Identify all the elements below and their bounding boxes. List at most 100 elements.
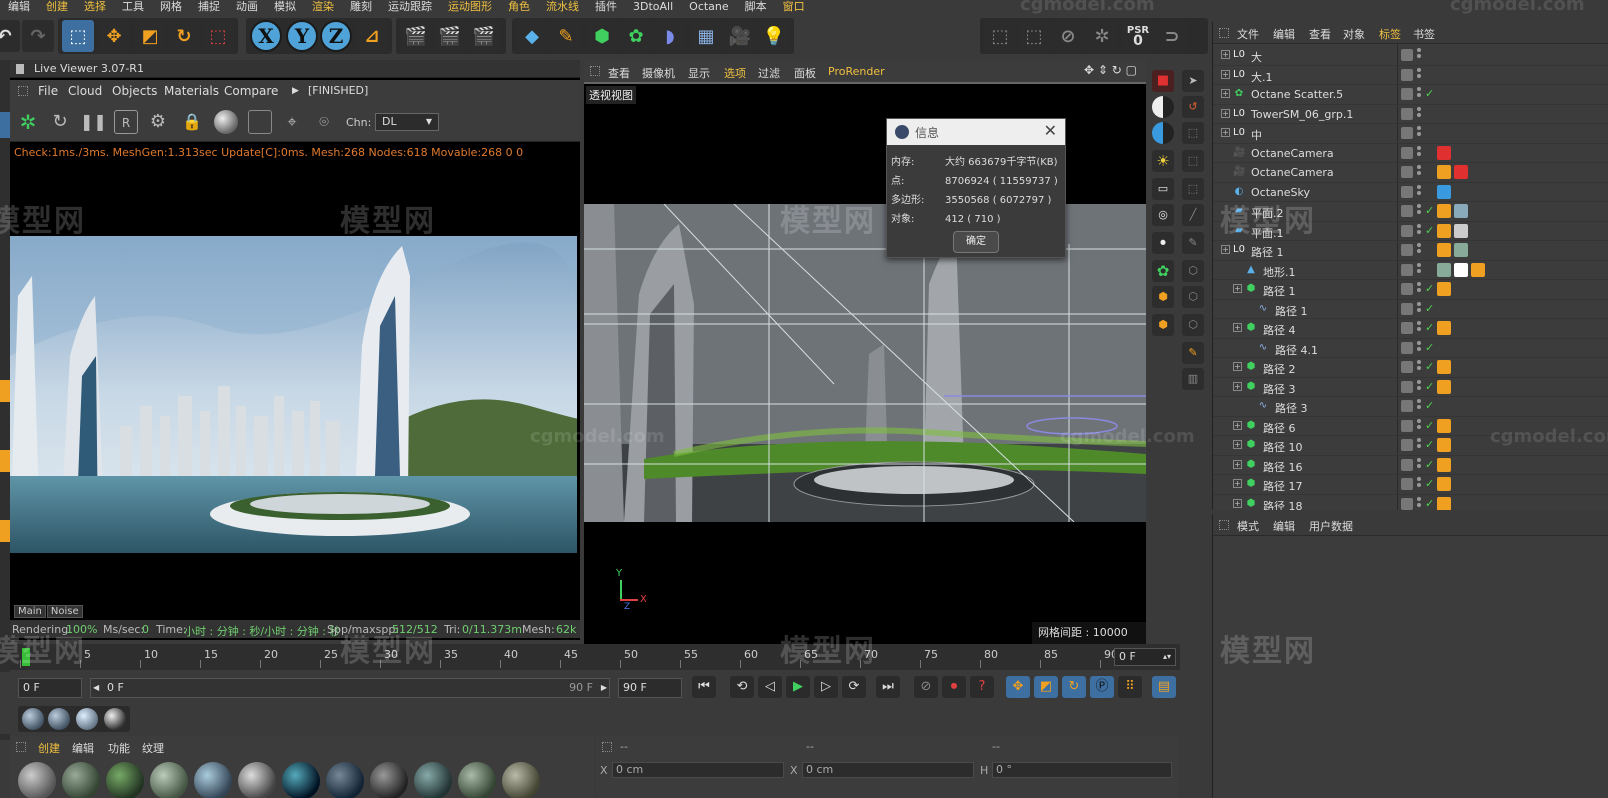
enabled-check-icon[interactable]: ✓	[1425, 497, 1434, 510]
snap-settings-icon[interactable]: ⬚	[1018, 20, 1050, 52]
om-menu-file[interactable]: 文件	[1237, 26, 1259, 42]
tag-icon[interactable]	[1454, 223, 1468, 238]
layer-icon[interactable]	[1401, 166, 1413, 178]
material-swatch-11[interactable]	[458, 762, 496, 798]
cloner-icon[interactable]: ✿	[620, 20, 652, 52]
restart-render-icon[interactable]: ↻	[48, 110, 72, 134]
menu-item-18[interactable]: 窗口	[783, 1, 805, 13]
visibility-dots-icon[interactable]	[1417, 321, 1421, 335]
tag-icon[interactable]	[1437, 496, 1451, 510]
timeline[interactable]: 051015202530354045505560657075808590 0 F…	[0, 644, 1180, 670]
visibility-dots-icon[interactable]	[1417, 204, 1421, 218]
coordinate-system-button[interactable]: ⊿	[356, 20, 388, 52]
layer-icon[interactable]	[1401, 322, 1413, 334]
workplane-icon[interactable]: ⊘	[1052, 20, 1084, 52]
target-icon[interactable]: ◎	[1152, 204, 1174, 226]
go-to-end-button[interactable]: ⏭	[876, 676, 900, 698]
object-row[interactable]: ▲ 地形.1	[1213, 261, 1608, 280]
om-menu-object[interactable]: 对象	[1343, 26, 1365, 42]
tag-icon[interactable]	[1437, 418, 1451, 433]
key-pla-icon[interactable]: ⠿	[1118, 676, 1142, 698]
om-menu-bookmarks[interactable]: 书签	[1413, 26, 1435, 42]
region-render-icon[interactable]: R	[114, 110, 138, 134]
x-axis-lock-button[interactable]: X	[250, 20, 282, 52]
preview-range-slider[interactable]: ◀ 0 F 90 F ▶	[90, 678, 610, 698]
expand-toggle-icon[interactable]: +	[1221, 128, 1230, 137]
menu-item-7[interactable]: 模拟	[274, 1, 296, 13]
max-time-field[interactable]: 90 F	[618, 678, 682, 698]
expand-toggle-icon[interactable]: +	[1221, 108, 1230, 118]
layer-icon[interactable]	[1401, 497, 1413, 510]
vp-menu-view[interactable]: 查看	[608, 65, 630, 81]
object-row[interactable]: + L0 路径 1	[1213, 241, 1608, 261]
om-menu-edit[interactable]: 编辑	[1273, 26, 1295, 42]
menu-item-6[interactable]: 动画	[236, 1, 258, 13]
tag-tool-2-icon[interactable]: ⬢	[1152, 314, 1174, 336]
layer-icon[interactable]	[1401, 478, 1413, 490]
material-swatch-2[interactable]	[62, 762, 100, 798]
z-axis-lock-button[interactable]: Z	[320, 20, 352, 52]
enabled-check-icon[interactable]: ✓	[1425, 204, 1434, 217]
menu-item-5[interactable]: 捕捉	[198, 1, 220, 13]
viewport-frame-icon[interactable]	[248, 110, 272, 134]
object-row[interactable]: ∿ 路径 1 ✓	[1213, 300, 1608, 319]
pause-render-icon[interactable]: ❚❚	[80, 110, 107, 134]
close-icon[interactable]: ✕	[1044, 121, 1057, 140]
exposure-icon[interactable]	[1152, 96, 1174, 118]
live-select-button[interactable]: ⬚	[62, 20, 94, 52]
menu-item-2[interactable]: 选择	[84, 1, 106, 13]
tag-icon[interactable]	[1437, 165, 1451, 179]
object-row[interactable]: + ✿ Octane Scatter.5 ✓	[1213, 85, 1608, 105]
enabled-check-icon[interactable]: ✓	[1425, 87, 1434, 100]
sun-icon[interactable]: ☀	[1152, 150, 1174, 172]
vp-menu-filter[interactable]: 过滤	[758, 65, 780, 81]
vp-menu-prorender[interactable]: ProRender	[828, 65, 885, 78]
vp-menu-display[interactable]: 显示	[688, 65, 710, 81]
play-button[interactable]: ▶	[786, 676, 810, 698]
subdivision-icon[interactable]: ⬢	[586, 20, 618, 52]
vp-menu-options[interactable]: 选项	[724, 65, 746, 81]
mm-menu-function[interactable]: 功能	[108, 740, 130, 756]
move-tool-button[interactable]: ✥	[98, 20, 130, 52]
magnet-icon[interactable]: ⊃	[1156, 20, 1188, 52]
visibility-dots-icon[interactable]	[1417, 223, 1421, 238]
menu-arrow-icon[interactable]: ▶	[292, 86, 299, 96]
visibility-dots-icon[interactable]	[1417, 48, 1421, 62]
om-menu-tags[interactable]: 标签	[1379, 26, 1401, 42]
tag-tool-icon[interactable]: ⬢	[1152, 286, 1174, 308]
tag-icon[interactable]	[1437, 243, 1451, 257]
expand-toggle-icon[interactable]: +	[1221, 89, 1230, 98]
menu-item-3[interactable]: 工具	[122, 1, 144, 13]
tag-icon[interactable]	[1454, 204, 1468, 218]
uv-icon[interactable]: ⬡	[1182, 260, 1204, 282]
am-menu-mode[interactable]: 模式	[1237, 518, 1259, 534]
viewport-nav-icons[interactable]: ✥ ⇕ ↻ ▢	[1084, 63, 1137, 77]
left-strip-tool-orange-2[interactable]	[0, 450, 10, 472]
object-row[interactable]: + ⬢ 路径 6 ✓	[1213, 417, 1608, 436]
object-row[interactable]: 🎥 OctaneCamera	[1213, 144, 1608, 163]
live-viewer-titlebar[interactable]: Live Viewer 3.07-R1	[10, 60, 580, 78]
object-row[interactable]: 🎥 OctaneCamera	[1213, 163, 1608, 183]
enabled-check-icon[interactable]: ✓	[1425, 360, 1434, 373]
layer-icon[interactable]	[1401, 400, 1413, 412]
tag-icon[interactable]	[1437, 477, 1451, 491]
layer-icon[interactable]	[1401, 88, 1413, 100]
layer-icon[interactable]	[1401, 380, 1413, 393]
hdri-icon[interactable]	[1152, 122, 1174, 144]
render-preview-image[interactable]	[10, 236, 577, 553]
layer-icon[interactable]	[1401, 458, 1413, 471]
knife-icon[interactable]: ╱	[1182, 204, 1204, 226]
layer-icon[interactable]	[1401, 419, 1413, 432]
recent-tools-button[interactable]: ⬚	[202, 20, 234, 52]
tag-icon[interactable]	[1437, 204, 1451, 218]
coord-size-x-field[interactable]: 0 cm	[802, 762, 974, 778]
material-ball-3[interactable]	[76, 708, 98, 730]
material-swatch-12[interactable]	[502, 762, 540, 798]
visibility-dots-icon[interactable]	[1417, 67, 1421, 82]
object-row[interactable]: ∿ 路径 3 ✓	[1213, 397, 1608, 417]
object-row[interactable]: + ⬢ 路径 2 ✓	[1213, 358, 1608, 378]
timeline-window-icon[interactable]: ▤	[1152, 676, 1176, 698]
key-scale-icon[interactable]: ◩	[1034, 676, 1058, 698]
material-ball-1[interactable]	[22, 708, 44, 730]
visibility-dots-icon[interactable]	[1417, 477, 1421, 491]
